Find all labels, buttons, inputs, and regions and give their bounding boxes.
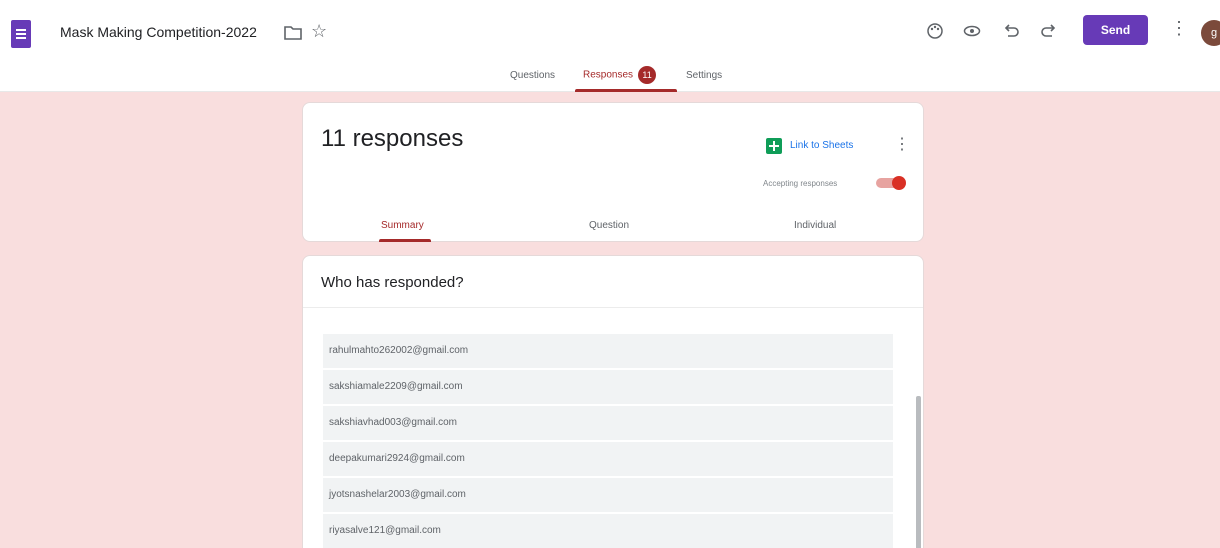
- list-scrollbar[interactable]: [916, 396, 921, 548]
- preview-eye-icon[interactable]: [963, 22, 981, 40]
- sheets-icon[interactable]: [766, 138, 782, 154]
- undo-icon[interactable]: [1002, 22, 1020, 40]
- respondent-email: jyotsnashelar2003@gmail.com: [323, 478, 893, 512]
- avatar[interactable]: g: [1201, 20, 1220, 46]
- accepting-responses-toggle[interactable]: [876, 176, 906, 190]
- more-vert-icon[interactable]: ⋮: [1170, 18, 1188, 39]
- accepting-responses-label: Accepting responses: [763, 179, 838, 188]
- link-to-sheets-button[interactable]: Link to Sheets: [790, 140, 853, 151]
- responses-count: 11 responses: [321, 125, 464, 152]
- respondent-email: sakshiavhad003@gmail.com: [323, 406, 893, 440]
- who-responded-title: Who has responded?: [321, 274, 464, 291]
- folder-icon[interactable]: [284, 25, 302, 40]
- subtab-summary[interactable]: Summary: [381, 220, 424, 231]
- redo-icon[interactable]: [1040, 22, 1058, 40]
- tab-responses[interactable]: Responses 11: [583, 66, 657, 84]
- respondent-email: rahulmahto262002@gmail.com: [323, 334, 893, 368]
- send-button[interactable]: Send: [1083, 15, 1148, 45]
- active-subtab-indicator: [379, 239, 431, 242]
- form-title[interactable]: Mask Making Competition-2022: [60, 24, 257, 40]
- form-tabs: Questions Responses 11 Settings: [0, 62, 1220, 92]
- respondent-email: sakshiamale2209@gmail.com: [323, 370, 893, 404]
- respondent-list[interactable]: rahulmahto262002@gmail.com sakshiamale22…: [323, 334, 893, 548]
- divider: [303, 307, 923, 308]
- respondent-email: riyasalve121@gmail.com: [323, 514, 893, 548]
- respondent-email: deepakumari2924@gmail.com: [323, 442, 893, 476]
- responses-header-card: 11 responses Link to Sheets ⋮ Accepting …: [302, 102, 924, 242]
- top-bar: Mask Making Competition-2022 ☆ Send ⋮ g …: [0, 0, 1220, 92]
- active-tab-indicator: [575, 89, 677, 92]
- subtab-question[interactable]: Question: [589, 220, 629, 231]
- subtab-individual[interactable]: Individual: [794, 220, 836, 231]
- star-icon[interactable]: ☆: [311, 22, 327, 40]
- responses-count-badge: 11: [638, 66, 657, 84]
- palette-icon[interactable]: [926, 22, 944, 40]
- responses-more-icon[interactable]: ⋮: [894, 134, 910, 154]
- tab-questions[interactable]: Questions: [510, 70, 555, 81]
- tab-settings[interactable]: Settings: [686, 70, 722, 81]
- forms-app-icon[interactable]: [11, 20, 31, 48]
- who-responded-card: Who has responded? rahulmahto262002@gmai…: [302, 255, 924, 548]
